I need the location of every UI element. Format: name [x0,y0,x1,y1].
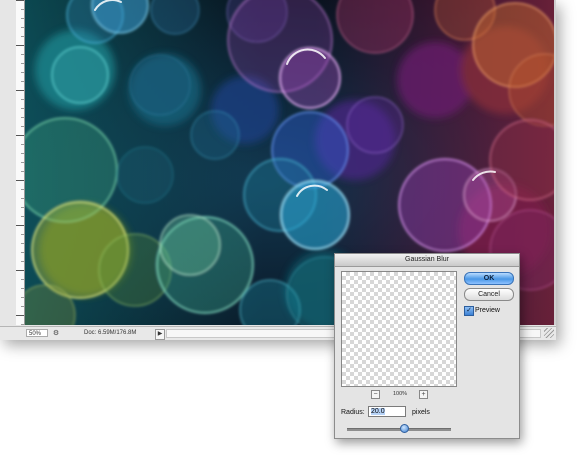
vertical-ruler [16,0,25,325]
resize-grip[interactable] [544,328,554,338]
radius-slider-thumb[interactable] [400,424,410,433]
preview-zoom-level: 100% [392,391,408,397]
radius-units-label: pixels [412,409,430,416]
triangle-right-icon[interactable]: ▶ [155,329,165,340]
window-edge [554,0,556,325]
preview-label: Preview [475,307,500,314]
zoom-out-button[interactable]: − [371,390,380,399]
dialog-title[interactable]: Gaussian Blur [335,254,519,267]
cancel-button[interactable]: Cancel [464,288,514,301]
gaussian-blur-dialog: Gaussian Blur − 100% + OK Cancel ✓ Previ… [334,253,520,439]
radius-slider-track[interactable] [347,428,451,431]
radius-input[interactable]: 20.0 [368,406,406,417]
zoom-field[interactable]: 50% [26,329,48,337]
radius-label: Radius: [341,409,365,416]
radius-value: 20.0 [371,408,385,415]
zoom-in-button[interactable]: + [419,390,428,399]
document-info: Doc: 6.59M/176.8M [84,330,137,336]
gear-icon[interactable]: ⚙ [51,329,61,338]
checkmark-icon: ✓ [466,307,472,314]
preview-thumbnail[interactable] [341,271,457,387]
preview-checkbox[interactable]: ✓ [464,306,474,316]
ok-button[interactable]: OK [464,272,514,285]
